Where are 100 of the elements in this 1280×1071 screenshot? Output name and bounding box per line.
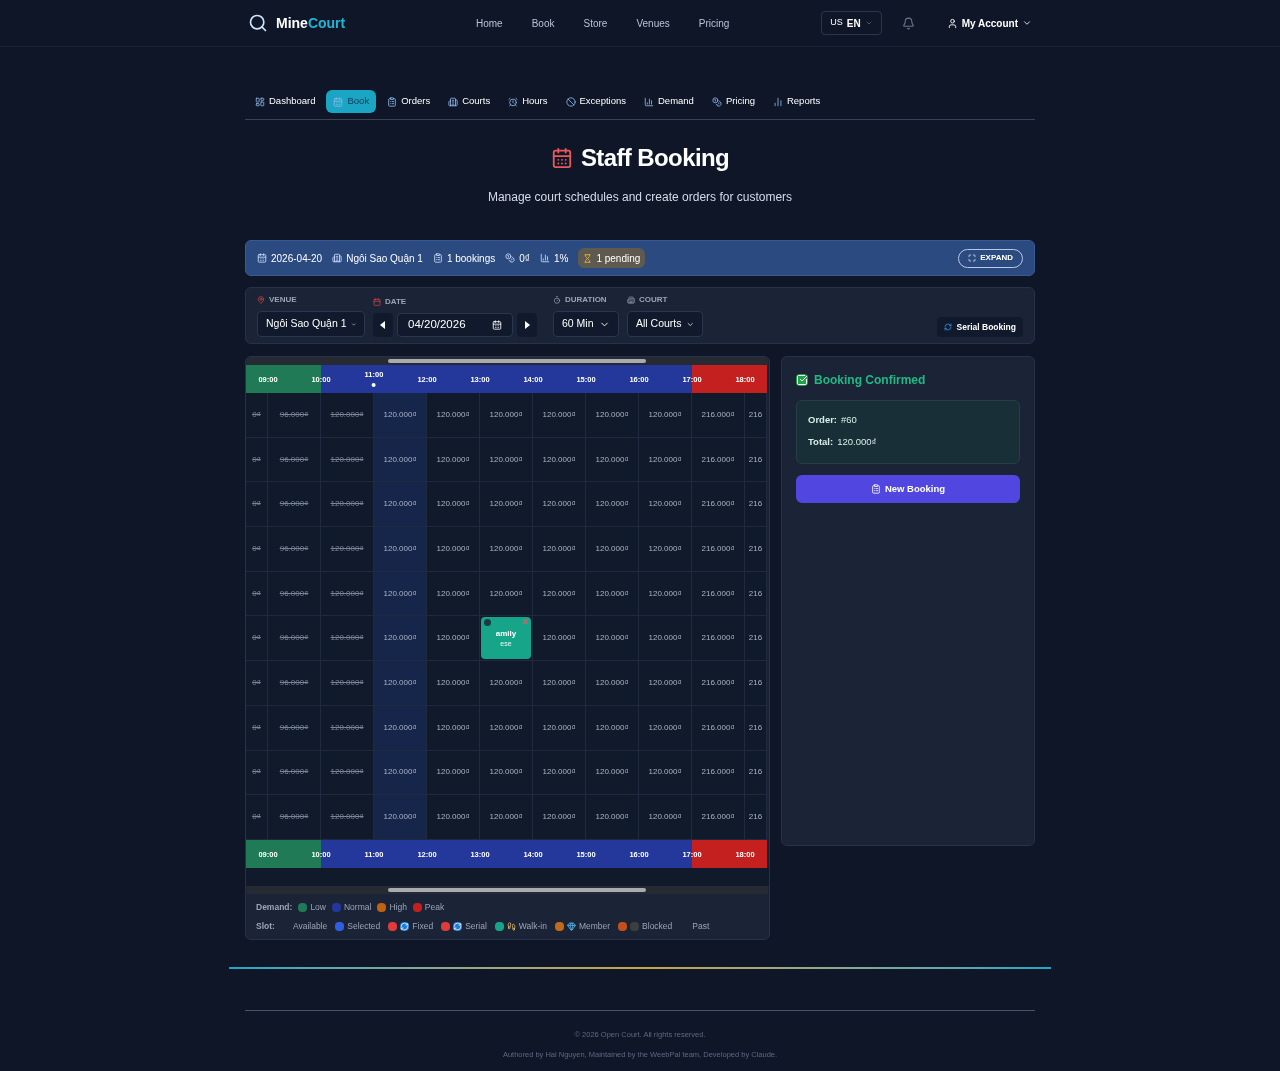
slot-price[interactable]: 216.000₫ [701,676,735,689]
slot-price[interactable]: 120.000₫ [648,721,682,734]
slot-price[interactable]: 120.000₫ [648,498,682,511]
slot-price[interactable]: 120.000₫ [489,721,523,734]
brand-logo[interactable]: MineCourt [276,12,346,34]
slot-price[interactable]: 216.000₫ [701,542,735,555]
slot-price[interactable]: 216 [748,587,763,600]
slot-price[interactable]: 216 [748,453,763,466]
slot-price[interactable]: 120.000₫ [436,676,470,689]
slot-price[interactable]: 120.000₫ [436,587,470,600]
scrollbar-thumb[interactable] [388,359,646,363]
slot-price[interactable]: 120.000₫ [648,542,682,555]
duration-select[interactable]: 60 Min [553,311,619,337]
slot-price[interactable]: 120.000₫ [542,676,576,689]
slot-price[interactable]: 120.000₫ [436,542,470,555]
slot-price[interactable]: 120.000₫ [489,408,523,421]
slot-price[interactable]: 120.000₫ [383,721,417,734]
slot-price[interactable]: 120.000₫ [436,408,470,421]
slot-price[interactable]: 120.000₫ [383,766,417,779]
slot-price[interactable]: 120.000₫ [383,453,417,466]
slot-price[interactable]: 216 [748,811,763,824]
slot-price[interactable]: 120.000₫ [383,811,417,824]
slot-price[interactable]: 120.000₫ [542,453,576,466]
slot-price[interactable]: 216.000₫ [701,498,735,511]
scrollbar[interactable] [247,357,768,365]
slot-price[interactable]: 120.000₫ [595,587,629,600]
next-day-button[interactable] [517,313,537,337]
slot-price[interactable]: 120.000₫ [648,811,682,824]
slot-price[interactable]: 120.000₫ [383,632,417,645]
slot-price[interactable]: 120.000₫ [489,587,523,600]
slot-price[interactable]: 120.000₫ [648,676,682,689]
language-select[interactable]: US EN [821,11,882,35]
tab[interactable]: Exceptions [558,90,633,113]
tab[interactable]: Pricing [704,90,762,113]
slot-price[interactable]: 120.000₫ [436,721,470,734]
slot-price[interactable]: 120.000₫ [436,766,470,779]
slot-price[interactable]: 120.000₫ [489,676,523,689]
tab[interactable]: Dashboard [248,90,323,113]
slot-price[interactable]: 120.000₫ [595,453,629,466]
slot-price[interactable]: 216.000₫ [701,766,735,779]
slot-price[interactable]: 120.000₫ [648,408,682,421]
slot-price[interactable]: 120.000₫ [648,587,682,600]
slot-price[interactable]: 120.000₫ [489,766,523,779]
slot-price[interactable]: 120.000₫ [489,542,523,555]
slot-price[interactable]: 120.000₫ [595,811,629,824]
slot-price[interactable]: 120.000₫ [595,542,629,555]
slot-price[interactable]: 120.000₫ [648,766,682,779]
slot-price[interactable]: 120.000₫ [383,542,417,555]
slot-price[interactable]: 120.000₫ [489,453,523,466]
account-menu[interactable]: My Account [946,15,1032,31]
court-select[interactable]: All Courts [627,311,703,337]
slot-price[interactable]: 120.000₫ [648,632,682,645]
tab[interactable]: Demand [637,90,701,113]
nav-link[interactable]: Store [583,15,608,31]
slot-price[interactable]: 216.000₫ [701,632,735,645]
serial-booking-button[interactable]: Serial Booking [937,317,1023,337]
slot-price[interactable]: 120.000₫ [542,408,576,421]
slot-price[interactable]: 120.000₫ [542,632,576,645]
slot-price[interactable]: 120.000₫ [595,766,629,779]
slot-price[interactable]: 120.000₫ [542,811,576,824]
slot-price[interactable]: 120.000₫ [436,453,470,466]
slot-price[interactable]: 120.000₫ [542,766,576,779]
tab[interactable]: Orders [380,90,438,113]
slot-price[interactable]: 216 [748,408,763,421]
slot-price[interactable]: 120.000₫ [542,498,576,511]
tab[interactable]: Book [326,90,377,113]
slot-price[interactable]: 120.000₫ [383,408,417,421]
slot-price[interactable]: 216.000₫ [701,453,735,466]
slot-price[interactable]: 120.000₫ [542,721,576,734]
slot-price[interactable]: 120.000₫ [595,408,629,421]
scrollbar[interactable] [247,885,768,894]
slot-price[interactable]: 216.000₫ [701,811,735,824]
slot-price[interactable]: 120.000₫ [383,498,417,511]
slot-price[interactable]: 120.000₫ [595,632,629,645]
notification-bell-icon[interactable] [901,16,915,30]
new-booking-button[interactable]: New Booking [796,475,1020,503]
tab[interactable]: Reports [765,90,828,113]
slot-price[interactable]: 120.000₫ [595,676,629,689]
slot-price[interactable]: 120.000₫ [436,811,470,824]
slot-price[interactable]: 120.000₫ [489,811,523,824]
previous-day-button[interactable] [373,313,393,337]
venue-select[interactable]: Ngôi Sao Quận 1 [257,311,365,337]
slot-price[interactable]: 216 [748,721,763,734]
slot-price[interactable]: 216 [748,498,763,511]
date-field[interactable]: 04/20/2026 [397,313,513,337]
slot-price[interactable]: 120.000₫ [595,721,629,734]
slot-price[interactable]: 216.000₫ [701,587,735,600]
slot-price[interactable]: 120.000₫ [383,676,417,689]
slot-price[interactable]: 216 [748,632,763,645]
nav-link[interactable]: Book [531,15,555,31]
nav-link[interactable]: Home [476,15,503,31]
slot-price[interactable]: 120.000₫ [383,587,417,600]
slot-price[interactable]: 120.000₫ [542,542,576,555]
scrollbar-thumb[interactable] [388,887,646,892]
slot-price[interactable]: 216 [748,542,763,555]
slot-price[interactable]: 120.000₫ [436,632,470,645]
slot-price[interactable]: 120.000₫ [595,498,629,511]
nav-link[interactable]: Pricing [698,15,730,31]
slot-price[interactable]: 216.000₫ [701,721,735,734]
tab[interactable]: Courts [441,90,498,113]
